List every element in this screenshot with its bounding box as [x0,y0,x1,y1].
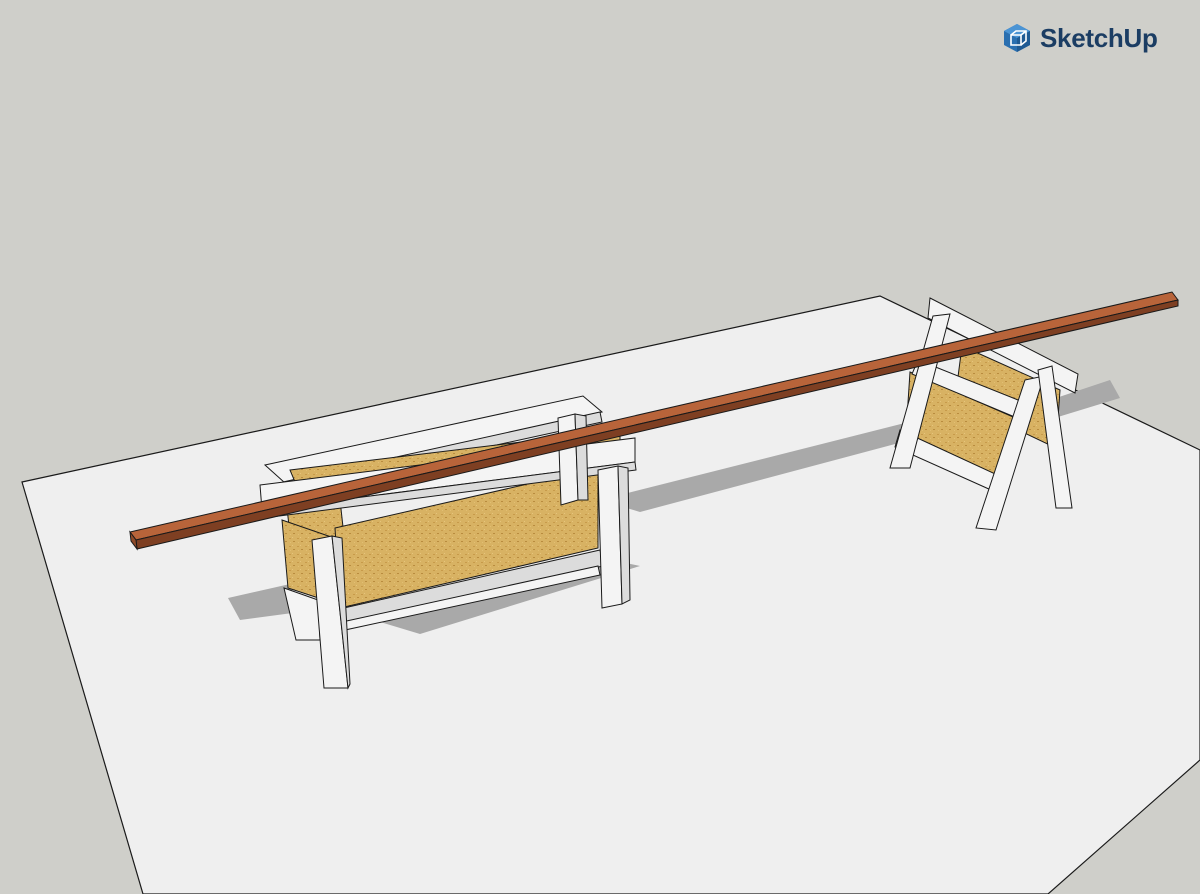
brand-logo: SketchUp [1002,22,1158,54]
brand-name: SketchUp [1040,23,1158,53]
sketchup-logo-icon [1004,24,1030,52]
model-viewport[interactable]: SketchUp [0,0,1200,894]
3d-scene[interactable] [0,0,1200,894]
